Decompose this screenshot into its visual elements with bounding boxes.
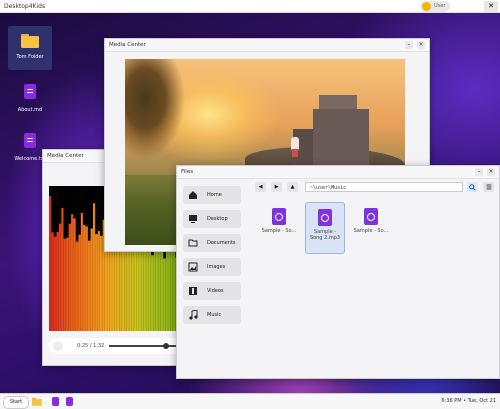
path-input[interactable]: ~\user\Music	[305, 182, 463, 192]
file-name: Sample - So...	[261, 228, 297, 234]
up-button[interactable]: ▲	[287, 182, 298, 192]
taskbar-welcome-button[interactable]	[64, 396, 74, 407]
home-icon	[189, 191, 197, 199]
desktop-icon-tom-folder[interactable]: Tom Folder	[8, 26, 52, 70]
desktop-icon-label: Tom Folder	[16, 54, 44, 60]
file-item[interactable]: Sample - So...	[351, 202, 391, 252]
file-icon	[65, 397, 73, 406]
minimize-button[interactable]: –	[475, 168, 483, 176]
window-titlebar[interactable]: Media Center – ×	[105, 39, 429, 52]
close-app-button[interactable]: ✕	[484, 1, 498, 12]
app-title: Desktop4Kids	[4, 3, 46, 10]
window-title: Media Center	[47, 153, 84, 159]
file-icon	[24, 84, 36, 99]
sidebar-item-label: Documents	[207, 240, 236, 246]
file-item-selected[interactable]: Sample - Song 2.mp3	[305, 202, 345, 254]
sidebar-item-desktop[interactable]: Desktop	[183, 210, 241, 228]
file-name: Sample - So...	[353, 228, 389, 234]
sidebar-item-label: Music	[207, 312, 222, 318]
sidebar-item-label: Home	[207, 192, 222, 198]
window-title: Files	[181, 169, 194, 175]
seek-handle[interactable]	[163, 343, 169, 349]
monitor-icon	[189, 215, 197, 223]
sidebar-item-documents[interactable]: Documents	[183, 234, 241, 252]
folder-open-icon	[188, 239, 198, 247]
film-icon	[189, 287, 197, 295]
window-title: Media Center	[109, 42, 146, 48]
sidebar-item-images[interactable]: Images	[183, 258, 241, 276]
avatar	[422, 2, 431, 11]
desktop-icon-label: About.md	[17, 107, 43, 113]
hamburger-icon	[486, 184, 491, 190]
sidebar-item-music[interactable]: Music	[183, 306, 241, 324]
search-button[interactable]	[467, 182, 478, 192]
search-icon	[469, 183, 476, 191]
music-note-icon	[189, 310, 198, 320]
sidebar-item-home[interactable]: Home	[183, 186, 241, 204]
sidebar-item-label: Desktop	[207, 216, 228, 222]
file-name: Sample - Song 2.mp3	[309, 229, 341, 241]
taskbar-files-button[interactable]	[32, 396, 44, 407]
image-icon	[188, 262, 198, 272]
audio-file-icon	[318, 209, 332, 226]
playback-time: 0:25 / 1:32	[77, 343, 105, 349]
clock: 6:36 PM • Tue, Oct 21	[441, 398, 496, 404]
close-button[interactable]: ×	[417, 41, 425, 49]
folder-icon	[32, 398, 42, 406]
sidebar-item-videos[interactable]: Videos	[183, 282, 241, 300]
playback-controls: 0:25 / 1:32	[49, 338, 195, 354]
start-button[interactable]: Start	[3, 396, 29, 409]
sidebar-item-label: Images	[207, 264, 226, 270]
close-button[interactable]: ×	[487, 168, 495, 176]
desktop-icon-about[interactable]: About.md	[8, 84, 52, 113]
menu-button[interactable]	[483, 182, 494, 192]
window-titlebar[interactable]: Files – ×	[177, 166, 499, 179]
user-label: User	[434, 3, 446, 9]
user-button[interactable]: User	[420, 1, 450, 12]
minimize-button[interactable]: –	[405, 41, 413, 49]
folder-icon	[21, 34, 39, 48]
files-window[interactable]: Files – × Home Desktop Documents Images …	[176, 165, 500, 379]
file-icon	[51, 397, 59, 406]
forward-button[interactable]: ▶	[271, 182, 282, 192]
back-button[interactable]: ◀	[255, 182, 266, 192]
play-button[interactable]	[53, 341, 63, 351]
audio-file-icon	[364, 208, 378, 225]
taskbar-about-button[interactable]	[50, 396, 60, 407]
sidebar-item-label: Videos	[207, 288, 224, 294]
file-item[interactable]: Sample - So...	[259, 202, 299, 252]
file-icon	[24, 133, 36, 148]
taskbar: Start 6:36 PM • Tue, Oct 21	[0, 393, 500, 409]
audio-file-icon	[272, 208, 286, 225]
app-titlebar: Desktop4Kids User ✕	[0, 0, 500, 13]
